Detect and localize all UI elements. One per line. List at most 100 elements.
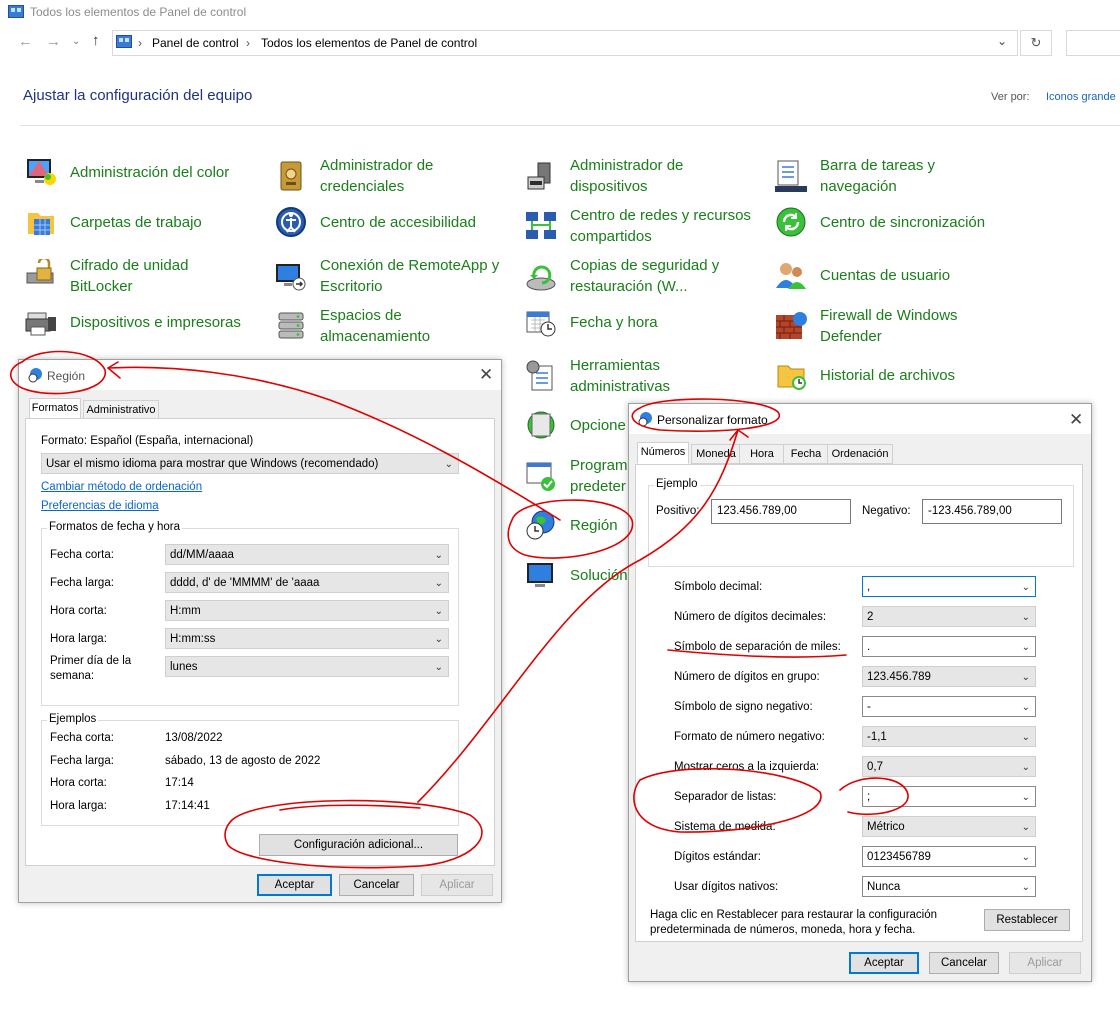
item-troubleshooting[interactable]: Solución (524, 558, 628, 592)
additional-settings-button[interactable]: Configuración adicional... (259, 834, 458, 856)
select-value: - (867, 701, 871, 713)
row-label: Usar dígitos nativos: (674, 881, 779, 893)
select-value: 123.456.789 (867, 671, 931, 683)
example-label: Fecha corta: (50, 732, 114, 744)
item-devices-printers[interactable]: Dispositivos e impresoras (24, 305, 260, 339)
breadcrumb-all-items[interactable]: Todos los elementos de Panel de control (261, 36, 477, 50)
item-network-center[interactable]: Centro de redes y recursos compartidos (524, 205, 770, 247)
negative-example: -123.456.789,00 (922, 499, 1062, 524)
search-input[interactable] (1066, 30, 1120, 56)
cancel-button[interactable]: Cancelar (929, 952, 999, 974)
long-date-select[interactable]: dddd, d' de 'MMMM' de 'aaaa ⌄ (165, 572, 449, 593)
close-icon[interactable]: ✕ (1069, 410, 1083, 430)
chevron-down-icon: ⌄ (1021, 582, 1030, 593)
first-day-select[interactable]: lunes ⌄ (165, 656, 449, 677)
chevron-down-icon: ⌄ (434, 550, 443, 561)
measurement-system-select[interactable]: Métrico ⌄ (862, 816, 1036, 837)
forward-button[interactable]: → (46, 33, 61, 50)
item-label: Solución (570, 566, 628, 584)
item-bitlocker[interactable]: Cifrado de unidad BitLocker (24, 255, 250, 297)
address-dropdown-icon[interactable]: ⌄ (997, 34, 1007, 48)
format-select[interactable]: Usar el mismo idioma para mostrar que Wi… (41, 453, 459, 474)
group-label: Ejemplos (47, 713, 99, 725)
item-sync-center[interactable]: Centro de sincronización (774, 205, 1020, 239)
item-internet-options[interactable]: Opcione (524, 408, 626, 442)
tab-fecha[interactable]: Fecha (783, 444, 829, 464)
item-device-manager[interactable]: Administrador de dispositivos (524, 155, 760, 197)
row-label: Número de dígitos en grupo: (674, 671, 820, 683)
positive-example: 123.456.789,00 (711, 499, 851, 524)
item-label: Copias de seguridad y restauración (W... (570, 257, 720, 295)
item-backup[interactable]: Copias de seguridad y restauración (W... (524, 255, 760, 297)
short-time-select[interactable]: H:mm ⌄ (165, 600, 449, 621)
ok-button[interactable]: Aceptar (849, 952, 919, 974)
refresh-button[interactable]: ↻ (1020, 30, 1052, 56)
select-value: Nunca (867, 881, 901, 893)
chevron-down-icon: ⌄ (1021, 882, 1030, 893)
item-taskbar[interactable]: Barra de tareas y navegación (774, 155, 1000, 197)
item-admin-tools[interactable]: Herramientas administrativas (524, 355, 750, 397)
default-programs-icon (526, 462, 555, 491)
view-by-dropdown[interactable]: Iconos grande (1046, 91, 1116, 103)
item-color-management[interactable]: Administración del color (24, 155, 250, 189)
long-time-select[interactable]: H:mm:ss ⌄ (165, 628, 449, 649)
format-label: Formato: Español (España, internacional) (41, 435, 254, 447)
item-label: Carpetas de trabajo (70, 213, 202, 231)
tab-numeros[interactable]: Números (637, 442, 689, 464)
item-remoteapp[interactable]: Conexión de RemoteApp y Escritorio (274, 255, 510, 297)
accessibility-icon (276, 207, 306, 237)
item-user-accounts[interactable]: Cuentas de usuario (774, 258, 1000, 292)
apply-button[interactable]: Aplicar (1009, 952, 1081, 974)
cancel-button[interactable]: Cancelar (339, 874, 414, 896)
list-separator-select[interactable]: ; ⌄ (862, 786, 1036, 807)
negative-format-select[interactable]: -1,1 ⌄ (862, 726, 1036, 747)
tab-formatos[interactable]: Formatos (29, 398, 81, 420)
ok-button[interactable]: Aceptar (257, 874, 332, 896)
apply-button[interactable]: Aplicar (421, 874, 493, 896)
item-default-programs[interactable]: Program predeter (524, 455, 630, 497)
close-icon[interactable]: ✕ (479, 365, 493, 385)
positive-label: Positivo: (656, 505, 700, 517)
select-value: dd/MM/aaaa (170, 549, 234, 561)
item-date-time[interactable]: Fecha y hora (524, 305, 750, 339)
row-label: Separador de listas: (674, 791, 777, 803)
chevron-down-icon: ⌄ (1021, 762, 1030, 773)
item-work-folders[interactable]: Carpetas de trabajo (24, 205, 250, 239)
reset-button[interactable]: Restablecer (984, 909, 1070, 931)
breadcrumb-separator-icon: › (138, 36, 142, 50)
language-preferences-link[interactable]: Preferencias de idioma (41, 500, 159, 512)
globe-clock-icon (638, 412, 652, 427)
leading-zeros-select[interactable]: 0,7 ⌄ (862, 756, 1036, 777)
item-file-history[interactable]: Historial de archivos (774, 358, 1020, 392)
item-label: Opcione (570, 416, 626, 434)
printer-icon (25, 312, 56, 336)
tab-hora[interactable]: Hora (739, 444, 785, 464)
native-digits-select[interactable]: Nunca ⌄ (862, 876, 1036, 897)
breadcrumb-panel[interactable]: Panel de control (152, 36, 239, 50)
short-date-select[interactable]: dd/MM/aaaa ⌄ (165, 544, 449, 565)
item-accessibility[interactable]: Centro de accesibilidad (274, 205, 510, 239)
standard-digits-select[interactable]: 0123456789 ⌄ (862, 846, 1036, 867)
change-sort-link[interactable]: Cambiar método de ordenación (41, 481, 202, 493)
item-firewall[interactable]: Firewall de Windows Defender (774, 305, 1000, 347)
item-region[interactable]: Región (524, 508, 618, 542)
numbers-panel: Ejemplo Positivo: 123.456.789,00 Negativ… (635, 464, 1083, 942)
thousands-separator-select[interactable]: . ⌄ (862, 636, 1036, 657)
decimal-digits-select[interactable]: 2 ⌄ (862, 606, 1036, 627)
up-button[interactable]: ↑ (92, 32, 100, 49)
digit-grouping-select[interactable]: 123.456.789 ⌄ (862, 666, 1036, 687)
remoteapp-icon (276, 264, 306, 291)
tab-ordenacion[interactable]: Ordenación (827, 444, 893, 464)
negative-sign-select[interactable]: - ⌄ (862, 696, 1036, 717)
tab-administrativo[interactable]: Administrativo (83, 400, 159, 420)
back-button[interactable]: ← (18, 33, 33, 50)
item-credential-manager[interactable]: Administrador de credenciales (274, 155, 500, 197)
tab-moneda[interactable]: Moneda (691, 444, 741, 464)
row-label: Número de dígitos decimales: (674, 611, 827, 623)
item-label: Cifrado de unidad BitLocker (70, 257, 189, 295)
item-label: Administrador de dispositivos (570, 157, 684, 195)
recent-pages-icon[interactable]: ⌄ (72, 36, 80, 47)
bitlocker-icon (26, 259, 54, 284)
item-storage-spaces[interactable]: Espacios de almacenamiento (274, 305, 500, 347)
decimal-symbol-select[interactable]: , ⌄ (862, 576, 1036, 597)
